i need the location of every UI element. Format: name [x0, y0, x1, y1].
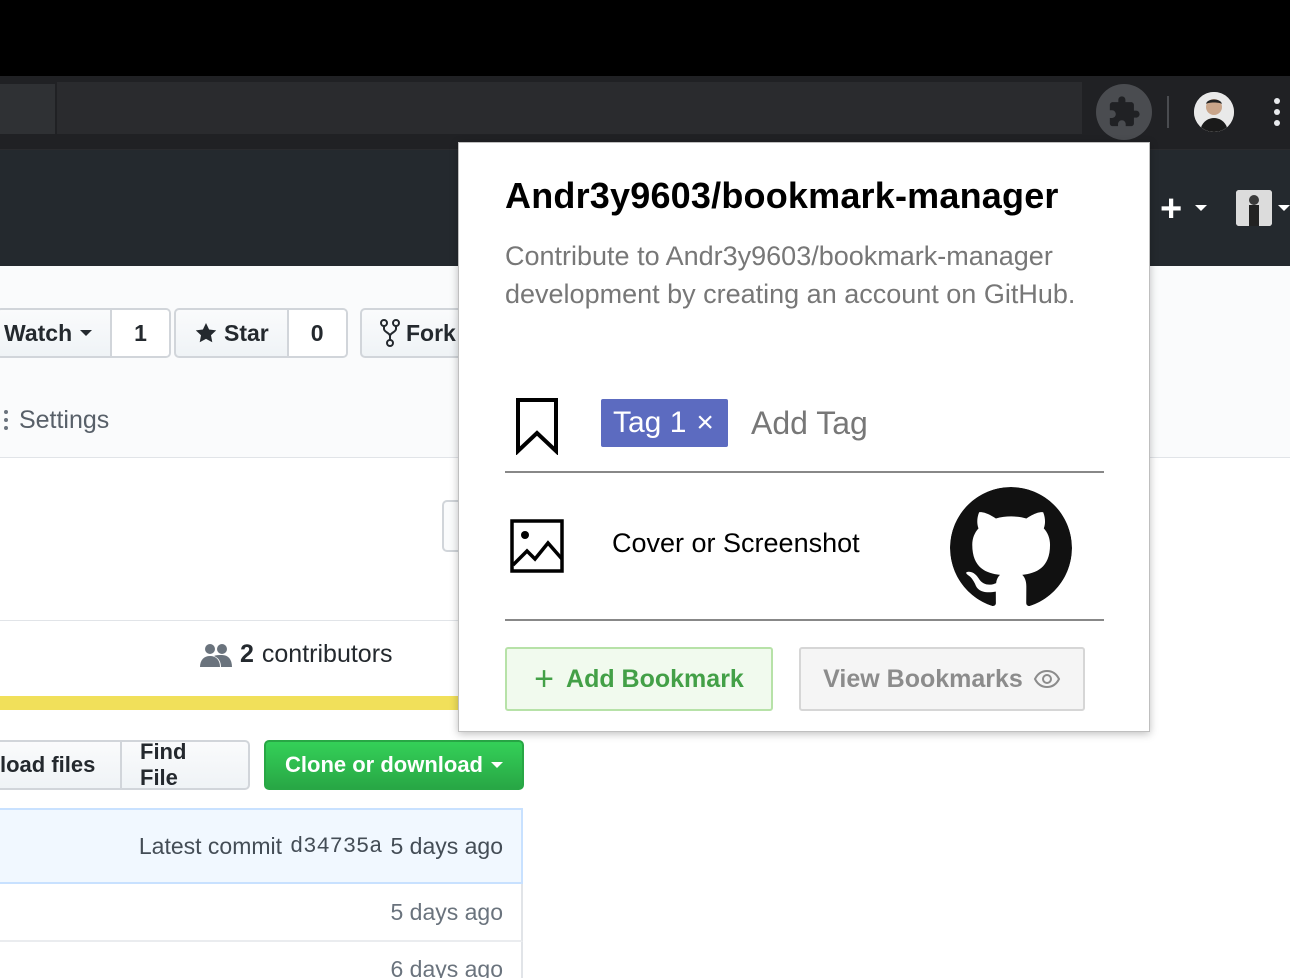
summary-divider	[0, 620, 520, 621]
clone-or-download-button[interactable]: Clone or download	[264, 740, 524, 790]
find-file-button[interactable]: Find File	[122, 739, 250, 790]
tab-settings[interactable]: Settings	[0, 406, 109, 435]
contributors-link[interactable]: 2 contributors	[200, 640, 393, 669]
fork-icon	[380, 319, 400, 347]
latest-commit-label: Latest commit	[138, 832, 283, 859]
tag-row: Tag 1 ×	[505, 389, 1104, 473]
upload-files-button[interactable]: load files	[0, 740, 122, 790]
contributors-count: 2	[240, 640, 254, 668]
file-row[interactable]: 5 days ago	[0, 884, 523, 942]
dot	[1274, 98, 1280, 104]
settings-tab-label: Settings	[18, 406, 110, 434]
fork-label: Fork	[406, 319, 456, 346]
popup-title: Andr3y9603/bookmark-manager	[505, 175, 1059, 216]
cover-row: Cover or Screenshot	[505, 473, 1104, 621]
toolbar-button-stub[interactable]	[0, 84, 55, 134]
clone-label: Clone or download	[285, 752, 483, 777]
add-bookmark-label: Add Bookmark	[566, 664, 744, 693]
fork-button-group: Fork	[360, 308, 470, 358]
popup-description: Contribute to Andr3y9603/bookmark-manage…	[505, 241, 1076, 309]
watch-button[interactable]: Watch	[0, 310, 110, 356]
browser-menu-button[interactable]	[1270, 94, 1284, 130]
view-bookmarks-button[interactable]: View Bookmarks	[799, 647, 1085, 711]
eye-icon	[1033, 669, 1060, 689]
caret-down-icon	[491, 762, 503, 768]
language-bar[interactable]	[0, 696, 522, 710]
caret-down-icon	[80, 330, 93, 336]
address-bar[interactable]	[57, 82, 1082, 134]
avatar-person-icon	[1236, 190, 1272, 226]
avatar-person-icon	[1194, 92, 1234, 132]
avatar-caret-icon	[1278, 205, 1290, 211]
dot	[1274, 109, 1280, 115]
toolbar-divider	[1167, 96, 1169, 128]
github-octocat-icon[interactable]	[950, 487, 1072, 609]
tag-chip-label: Tag 1	[613, 406, 687, 439]
browser-toolbar	[0, 76, 1290, 150]
latest-commit-time: 5 days ago	[390, 832, 503, 859]
plus-caret-icon	[1195, 205, 1207, 211]
star-label: Star	[224, 319, 269, 346]
star-icon	[195, 323, 217, 343]
bookmark-icon	[516, 398, 558, 455]
file-age: 6 days ago	[390, 956, 503, 978]
upload-files-label: load files	[0, 752, 96, 777]
tag-chip[interactable]: Tag 1 ×	[601, 399, 728, 447]
add-tag-input[interactable]	[751, 401, 1051, 445]
profile-avatar[interactable]	[1194, 92, 1234, 132]
watch-button-group: Watch 1	[0, 308, 171, 358]
file-age: 5 days ago	[390, 898, 503, 925]
gear-icon	[0, 410, 8, 430]
new-plus-icon[interactable]: +	[1160, 190, 1182, 228]
contributors-label: contributors	[261, 640, 393, 668]
image-icon	[510, 519, 564, 573]
watch-count[interactable]: 1	[110, 310, 169, 356]
star-button-group: Star 0	[174, 308, 348, 358]
puzzle-icon	[1109, 96, 1140, 127]
star-count[interactable]: 0	[286, 310, 346, 356]
file-actions: load files Find File	[0, 739, 250, 790]
fork-button[interactable]: Fork	[362, 310, 468, 356]
add-bookmark-button[interactable]: + Add Bookmark	[505, 647, 773, 711]
extension-button[interactable]	[1096, 84, 1152, 140]
file-row[interactable]: 6 days ago	[0, 942, 523, 978]
close-icon[interactable]: ×	[696, 408, 714, 438]
latest-commit-bar: Latest commit d34735a 5 days ago	[0, 808, 523, 884]
bookmark-popup: Andr3y9603/bookmark-manager Contribute t…	[458, 142, 1150, 732]
cover-label: Cover or Screenshot	[612, 528, 860, 558]
user-avatar[interactable]	[1236, 190, 1272, 226]
watch-label: Watch	[4, 319, 73, 346]
dot	[1274, 120, 1280, 126]
view-bookmarks-label: View Bookmarks	[823, 664, 1023, 693]
plus-icon: +	[534, 660, 555, 698]
star-button[interactable]: Star	[176, 310, 287, 356]
commit-sha-link[interactable]: d34735a	[290, 834, 382, 859]
os-menu-bar	[0, 0, 1290, 76]
find-file-label: Find File	[140, 739, 187, 790]
people-icon	[200, 643, 232, 667]
